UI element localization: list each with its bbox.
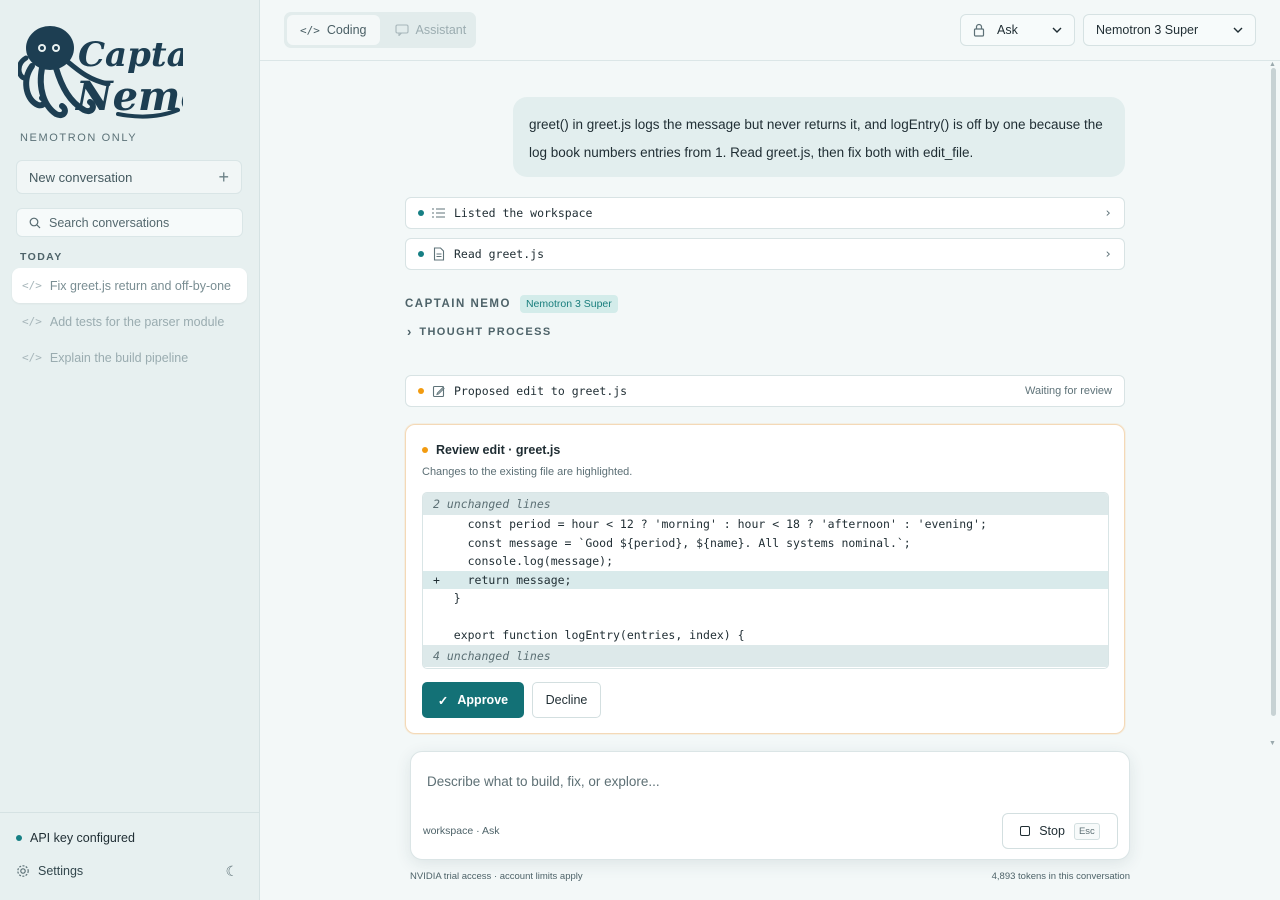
code-icon: </> [22,279,42,292]
tool-call-row[interactable]: Read greet.js › [405,238,1125,270]
sidebar: Captain Nemo NEMOTRON ONLY New conversat… [0,0,260,900]
decline-button[interactable]: Decline [532,682,601,718]
svg-text:Captain: Captain [78,35,183,75]
assistant-name: CAPTAIN NEMO [405,298,511,310]
footer-access-note: NVIDIA trial access · account limits app… [410,871,583,882]
svg-text:Nemo: Nemo [74,73,183,120]
tab-label: Coding [326,23,367,37]
edit-icon [432,385,445,397]
diff-context-line: const period = hour < 12 ? 'morning' : h… [433,517,987,531]
permission-mode-select[interactable]: Ask [960,14,1075,46]
diff-context-line [423,608,1108,627]
new-conversation-button[interactable]: New conversation + [16,160,242,194]
check-icon: ✓ [437,693,449,708]
chevron-down-icon [1233,27,1243,33]
stop-icon [1020,826,1031,836]
permission-mode-value: Ask [997,23,1018,37]
assistant-header: CAPTAIN NEMO Nemotron 3 Super [405,295,618,313]
lock-icon [973,23,985,37]
stop-button[interactable]: Stop Esc [1002,813,1118,849]
chevron-right-icon: › [407,324,412,339]
scrollbar-thumb[interactable] [1271,68,1276,716]
top-bar: </> Coding Assistant Ask Nemotron 3 Supe… [260,0,1280,61]
diff-fold-bottom[interactable]: 4 unchanged lines [423,644,1108,667]
tab-coding[interactable]: </> Coding [287,15,380,45]
theme-toggle-moon-icon[interactable]: ☾ [225,863,238,880]
logo-subtitle: NEMOTRON ONLY [20,132,138,144]
diff-context-line: console.log(message); [433,554,614,568]
search-icon [29,217,41,228]
tool-call-label: Read greet.js [454,247,545,261]
conversation-item[interactable]: </> Explain the build pipeline [12,340,247,375]
pending-dot-icon [418,388,424,394]
diff-context-line: const message = `Good ${period}, ${name}… [433,535,911,550]
diff-context-line: } [433,591,461,605]
conversation-label: Add tests for the parser module [49,314,225,329]
search-placeholder: Search conversations [49,215,170,230]
pending-dot-icon [422,447,428,453]
approve-label: Approve [457,693,509,707]
model-badge: Nemotron 3 Super [519,295,618,313]
scroll-up-arrow-icon[interactable]: ▲ [1269,61,1276,68]
keyboard-shortcut: Esc [1073,822,1100,840]
proposed-edit-label: Proposed edit to greet.js [454,384,628,398]
review-title: Review edit · greet.js [422,443,560,457]
decline-label: Decline [545,693,588,707]
settings-button[interactable]: Settings [16,864,83,878]
scroll-down-arrow-icon[interactable]: ▼ [1269,740,1276,747]
chat-icon [394,24,409,36]
model-select[interactable]: Nemotron 3 Super [1083,14,1256,46]
chevron-down-icon [1052,27,1062,33]
review-title-text: Review edit · greet.js [436,443,561,457]
code-icon: </> [22,351,42,364]
review-edit-card: Review edit · greet.js Changes to the ex… [405,424,1125,734]
code-icon: </> [300,23,320,37]
footer-token-count: 4,893 tokens in this conversation [991,871,1130,882]
section-heading-today: TODAY [20,251,63,263]
message-input[interactable]: Describe what to build, fix, or explore.… [427,774,660,789]
diff-context-line: export function logEntry(entries, index)… [433,628,745,642]
proposed-edit-row[interactable]: Proposed edit to greet.js Waiting for re… [405,375,1125,407]
tool-call-row[interactable]: Listed the workspace › [405,197,1125,229]
plus-icon: + [218,166,229,187]
captain-nemo-logo[interactable]: Captain Nemo [16,18,226,128]
file-icon [433,247,445,261]
diff-fold-top[interactable]: 2 unchanged lines [423,493,1108,515]
status-dot-icon [418,210,424,216]
search-conversations-input[interactable]: Search conversations [16,208,243,237]
mode-tabs: </> Coding Assistant [284,12,476,48]
code-icon: </> [22,315,42,328]
sidebar-footer: API key configured Settings ☾ [0,812,260,900]
approve-button[interactable]: ✓ Approve [422,682,524,718]
status-dot-icon [16,835,22,841]
gear-icon [17,865,29,877]
conversation-label: Fix greet.js return and off-by-one [49,278,231,293]
conversation-item[interactable]: </> Fix greet.js return and off-by-one [12,268,247,303]
conversation-item[interactable]: </> Add tests for the parser module [12,304,247,339]
composer-context: workspace · Ask [423,825,500,837]
new-conversation-label: New conversation [29,169,133,185]
thought-process-label: THOUGHT PROCESS [419,325,552,338]
chevron-right-icon: › [1104,246,1112,262]
api-status-label: API key configured [30,831,135,845]
tab-label: Assistant [415,23,467,37]
diff-added-line: + return message; [423,570,1108,589]
stop-label: Stop [1039,824,1065,838]
tool-call-label: Listed the workspace [454,206,593,220]
api-status: API key configured [16,831,135,845]
user-message: greet() in greet.js logs the message but… [513,97,1125,177]
status-dot-icon [418,251,424,257]
settings-label: Settings [38,864,84,878]
diff-body: const period = hour < 12 ? 'morning' : h… [423,515,1108,645]
review-status: Waiting for review [1024,385,1112,397]
list-icon [432,208,445,218]
diff-view: 2 unchanged lines const period = hour < … [422,492,1109,669]
composer: Describe what to build, fix, or explore.… [410,751,1130,860]
thought-process-toggle[interactable]: › THOUGHT PROCESS [407,324,552,339]
conversation-label: Explain the build pipeline [49,350,189,365]
review-subtitle: Changes to the existing file are highlig… [422,466,633,478]
model-value: Nemotron 3 Super [1096,23,1199,37]
chevron-right-icon: › [1104,205,1112,221]
tab-assistant[interactable]: Assistant [382,15,480,45]
